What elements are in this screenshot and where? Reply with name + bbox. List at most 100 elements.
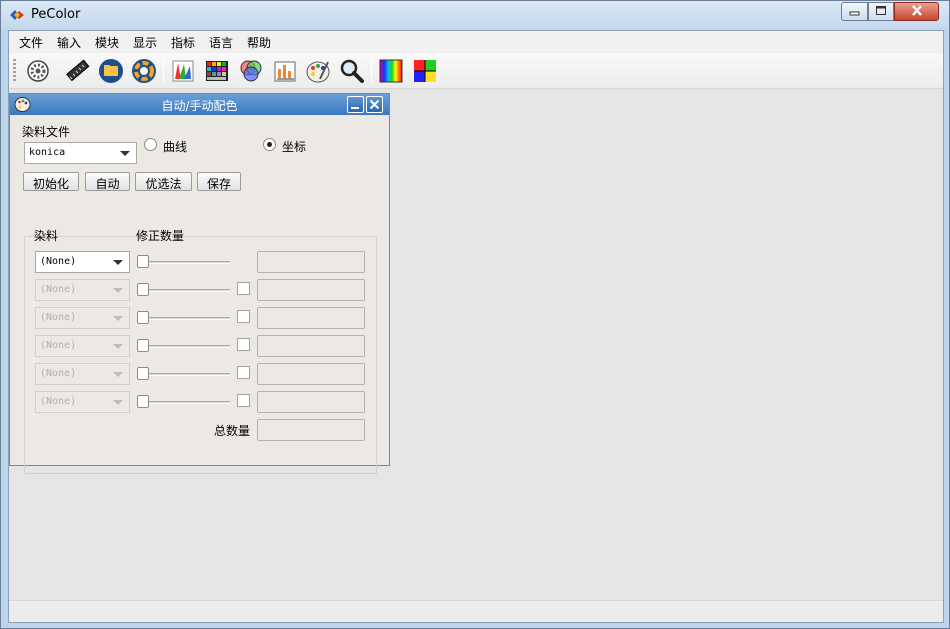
main-window: PeColor 文件 输入 模块 显示 指标 语言 帮助 自动/手动配色 染料文… — [0, 0, 950, 629]
open-folder-icon[interactable] — [97, 57, 125, 85]
amount-field-6[interactable] — [257, 391, 365, 413]
dye-file-label: 染料文件 — [22, 125, 71, 139]
menu-display[interactable]: 显示 — [133, 34, 157, 51]
dye-select-value: (None) — [40, 256, 77, 267]
close-icon — [369, 99, 380, 110]
chevron-down-icon — [113, 288, 123, 293]
auto-manual-match-window: 自动/手动配色 染料文件 konica 曲线 坐标 初始化 自动 优选法 保存 … — [9, 93, 390, 474]
row-checkbox[interactable] — [237, 394, 250, 407]
dye-select-5[interactable]: (None) — [35, 363, 130, 385]
dye-select-value: (None) — [40, 340, 77, 351]
amount-slider-track[interactable] — [144, 401, 230, 404]
dialog-minimize-button[interactable] — [347, 96, 364, 113]
status-bar — [9, 600, 943, 622]
dye-select-value: (None) — [40, 396, 77, 407]
maximize-icon — [876, 6, 886, 15]
chevron-down-icon — [113, 260, 123, 265]
radio-curve[interactable] — [144, 138, 157, 151]
amount-slider-track[interactable] — [144, 373, 230, 376]
toolbar-separator — [371, 59, 372, 83]
amount-slider-thumb[interactable] — [137, 283, 149, 296]
row-checkbox[interactable] — [237, 338, 250, 351]
amount-field-4[interactable] — [257, 335, 365, 357]
minimize-icon — [849, 11, 859, 16]
radio-curve-label: 曲线 — [163, 140, 188, 154]
menu-bar: 文件 输入 模块 显示 指标 语言 帮助 — [9, 31, 943, 53]
toolbar-grip[interactable] — [13, 59, 16, 83]
chart-document-icon[interactable] — [271, 57, 299, 85]
color-grid-icon[interactable] — [203, 57, 231, 85]
menu-file[interactable]: 文件 — [19, 34, 43, 51]
amount-slider-thumb[interactable] — [137, 311, 149, 324]
total-amount-field[interactable] — [257, 419, 365, 441]
row-checkbox[interactable] — [237, 310, 250, 323]
toolbar — [9, 53, 943, 89]
dye-select-6[interactable]: (None) — [35, 391, 130, 413]
toolbar-separator — [163, 59, 164, 83]
minimize-button[interactable] — [841, 2, 868, 21]
radio-coordinate-label: 坐标 — [282, 140, 307, 154]
amount-slider-track[interactable] — [144, 317, 230, 320]
color-wheel-ring-icon[interactable] — [130, 57, 158, 85]
amount-field-3[interactable] — [257, 307, 365, 329]
app-logo-icon — [10, 10, 24, 20]
dye-column-header: 染料 — [34, 229, 59, 243]
optimize-button[interactable]: 优选法 — [135, 172, 192, 191]
spectrum-icon[interactable] — [377, 57, 405, 85]
window-title: PeColor — [31, 7, 81, 22]
save-button[interactable]: 保存 — [197, 172, 241, 191]
dye-select-3[interactable]: (None) — [35, 307, 130, 329]
dye-select-value: (None) — [40, 284, 77, 295]
dialog-close-button[interactable] — [366, 96, 383, 113]
close-button[interactable] — [894, 2, 939, 21]
color-fan-icon[interactable] — [169, 57, 197, 85]
amount-slider-thumb[interactable] — [137, 255, 149, 268]
dye-select-value: (None) — [40, 368, 77, 379]
palette-icon[interactable] — [304, 57, 332, 85]
amount-slider-thumb[interactable] — [137, 395, 149, 408]
menu-language[interactable]: 语言 — [209, 34, 233, 51]
row-checkbox[interactable] — [237, 282, 250, 295]
amount-column-header: 修正数量 — [136, 229, 185, 243]
menu-help[interactable]: 帮助 — [247, 34, 271, 51]
chevron-down-icon — [113, 316, 123, 321]
init-button[interactable]: 初始化 — [23, 172, 79, 191]
color-square-icon[interactable] — [411, 57, 439, 85]
total-amount-label: 总数量 — [214, 424, 251, 438]
settings-cog-icon[interactable] — [24, 57, 52, 85]
dye-select-2[interactable]: (None) — [35, 279, 130, 301]
dialog-title: 自动/手动配色 — [161, 99, 238, 113]
dialog-title-bar[interactable]: 自动/手动配色 — [10, 94, 389, 115]
magnifier-icon[interactable] — [338, 57, 366, 85]
title-bar[interactable]: PeColor — [1, 1, 949, 29]
amount-slider-thumb[interactable] — [137, 339, 149, 352]
close-icon — [911, 5, 922, 16]
dye-select-1[interactable]: (None) — [35, 251, 130, 273]
amount-field-2[interactable] — [257, 279, 365, 301]
auto-button[interactable]: 自动 — [85, 172, 130, 191]
chevron-down-icon — [113, 372, 123, 377]
menu-input[interactable]: 输入 — [57, 34, 81, 51]
chevron-down-icon — [113, 400, 123, 405]
dye-file-select[interactable]: konica — [24, 142, 137, 164]
radio-coordinate[interactable] — [263, 138, 276, 151]
dialog-body: 染料文件 konica 曲线 坐标 初始化 自动 优选法 保存 染料 修正数量 — [11, 116, 388, 474]
minimize-icon — [351, 107, 359, 109]
amount-slider-track[interactable] — [144, 345, 230, 348]
maximize-button[interactable] — [868, 2, 894, 21]
amount-slider-track[interactable] — [144, 261, 230, 264]
menu-module[interactable]: 模块 — [95, 34, 119, 51]
row-checkbox[interactable] — [237, 366, 250, 379]
dye-select-4[interactable]: (None) — [35, 335, 130, 357]
chevron-down-icon — [113, 344, 123, 349]
amount-field-5[interactable] — [257, 363, 365, 385]
rgb-circles-icon[interactable] — [237, 57, 265, 85]
ruler-icon[interactable] — [63, 57, 91, 85]
amount-field-1[interactable] — [257, 251, 365, 273]
chevron-down-icon — [120, 151, 130, 156]
menu-indicator[interactable]: 指标 — [171, 34, 195, 51]
dye-file-value: konica — [29, 147, 66, 158]
amount-slider-track[interactable] — [144, 289, 230, 292]
dye-select-value: (None) — [40, 312, 77, 323]
amount-slider-thumb[interactable] — [137, 367, 149, 380]
